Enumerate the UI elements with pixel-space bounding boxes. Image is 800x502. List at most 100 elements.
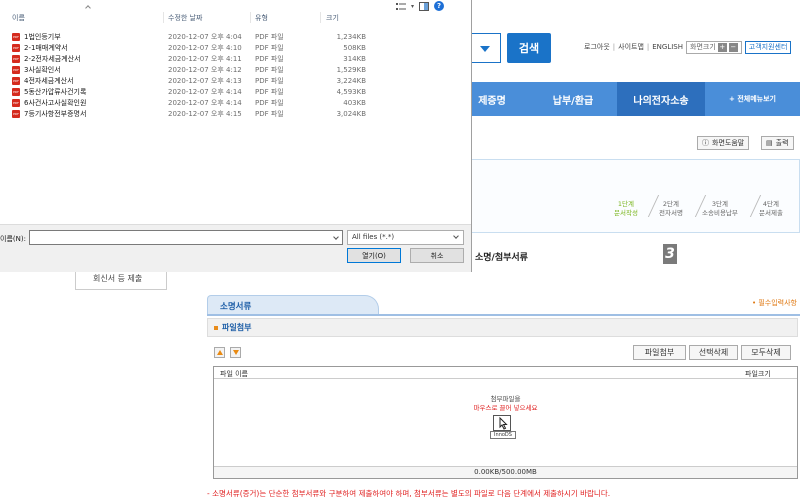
- file-row[interactable]: PDF 2-1매매계약서 2020-12-07 오후 4:10 PDF 파일 508KB: [0, 43, 450, 53]
- chevron-down-icon[interactable]: [333, 234, 339, 240]
- arrow-up-icon: [216, 350, 223, 355]
- nav-item-my-ecase[interactable]: 나의전자소송: [617, 82, 705, 116]
- file-type: PDF 파일: [255, 110, 284, 118]
- filename-input[interactable]: [29, 230, 343, 245]
- filetype-select[interactable]: All files (*.*): [347, 230, 464, 245]
- pdf-icon: PDF: [12, 44, 20, 52]
- evidence-notice: - 소명서류(증거)는 단순한 첨부서류와 구분하여 제출하여야 하며, 첨부서…: [207, 489, 611, 498]
- section-title-text: 소명/첨부서류: [475, 252, 528, 263]
- file-size: 1,529KB: [336, 66, 366, 74]
- divider: |: [612, 43, 616, 51]
- main-nav: 제증명 납부/환급 나의전자소송 + 전체메뉴보기: [455, 82, 800, 116]
- file-date: 2020-12-07 오후 4:04: [168, 33, 242, 41]
- file-size: 4,593KB: [336, 88, 366, 96]
- step-number-badge: 3: [663, 244, 677, 264]
- chevron-down-icon[interactable]: ▾: [411, 3, 414, 10]
- col-type[interactable]: 유형: [255, 13, 268, 23]
- file-type: PDF 파일: [255, 77, 284, 85]
- file-row[interactable]: PDF 4전자세금계산서 2020-12-07 오후 4:13 PDF 파일 3,224…: [0, 76, 450, 86]
- col-modified-date[interactable]: 수정한 날짜: [168, 13, 202, 23]
- delete-selected-button[interactable]: 선택삭제: [689, 345, 738, 360]
- file-type: PDF 파일: [255, 55, 284, 63]
- file-type: PDF 파일: [255, 88, 284, 96]
- table-header: 파일 이름 파일크기: [214, 367, 797, 379]
- drag-label: InnoDS: [490, 431, 516, 439]
- file-name: 3사실확인서: [24, 66, 61, 74]
- step-num: 2단계: [662, 200, 680, 208]
- cancel-button[interactable]: 취소: [410, 248, 464, 263]
- help-center-link[interactable]: 고객지원센터: [744, 40, 792, 54]
- step-label: 전자서명: [659, 209, 683, 217]
- sort-ascending-icon: [85, 5, 91, 11]
- drop-hint-line-2: 마우스로 끌어 넣으세요: [473, 404, 538, 412]
- file-row[interactable]: PDF 3사실확인서 2020-12-07 오후 4:12 PDF 파일 1,529KB: [0, 65, 450, 75]
- filetype-value: All files (*.*): [352, 233, 395, 241]
- file-date: 2020-12-07 오후 4:14: [168, 88, 242, 96]
- file-type: PDF 파일: [255, 99, 284, 107]
- logout-link[interactable]: 로그아웃: [584, 42, 610, 52]
- file-row[interactable]: PDF 1법인등기부 2020-12-07 오후 4:04 PDF 파일 1,234KB: [0, 32, 450, 42]
- preview-pane-icon[interactable]: [419, 1, 430, 11]
- divider: [207, 314, 800, 316]
- nav-item-payment[interactable]: 납부/환급: [529, 82, 617, 116]
- file-name: 2-1매매계약서: [24, 44, 68, 52]
- file-size: 314KB: [343, 55, 366, 63]
- file-type: PDF 파일: [255, 33, 284, 41]
- file-row[interactable]: PDF 7등기사항전부증명서 2020-12-07 오후 4:15 PDF 파일 3,0…: [0, 109, 450, 119]
- sitemap-link[interactable]: 사이트맵: [618, 42, 644, 52]
- file-row[interactable]: PDF 5동산가압류사건기록 2020-12-07 오후 4:14 PDF 파일 4,5…: [0, 87, 450, 97]
- font-size-label: 화면크기: [690, 43, 716, 51]
- delete-all-button[interactable]: 모두삭제: [741, 345, 791, 360]
- zoom-out-icon[interactable]: −: [728, 42, 738, 52]
- bullet-icon: [214, 325, 218, 330]
- move-up-button[interactable]: [214, 347, 225, 358]
- help-icon[interactable]: ?: [434, 1, 445, 11]
- open-button[interactable]: 열기(O): [347, 248, 401, 263]
- attach-header: 파일첨부: [207, 318, 798, 337]
- col-file-name: 파일 이름: [220, 370, 248, 378]
- file-date: 2020-12-07 오후 4:11: [168, 55, 242, 63]
- printer-icon: ▤: [766, 139, 773, 147]
- divider: [320, 12, 321, 23]
- file-type: PDF 파일: [255, 44, 284, 52]
- tab-evidence-docs[interactable]: 소명서류: [207, 295, 379, 316]
- step-label: 문서작성: [614, 209, 638, 217]
- english-link[interactable]: ENGLISH: [652, 43, 683, 51]
- file-size: 1,234KB: [336, 33, 366, 41]
- col-name[interactable]: 이름: [12, 13, 25, 23]
- screen-help-label: 화면도움말: [712, 139, 745, 147]
- search-button[interactable]: 검색: [507, 33, 551, 63]
- file-name: 7등기사항전부증명서: [24, 110, 87, 118]
- step-num: 3단계: [711, 200, 728, 208]
- divider: [647, 195, 660, 217]
- all-menu-button[interactable]: + 전체메뉴보기: [705, 82, 800, 116]
- chevron-down-icon: [453, 233, 459, 239]
- file-date: 2020-12-07 오후 4:13: [168, 77, 242, 85]
- arrow-down-icon: [232, 350, 239, 355]
- capacity-bar: 0.00KB/500.00MB: [214, 466, 797, 478]
- file-row[interactable]: PDF 2-2전자세금계산서 2020-12-07 오후 4:11 PDF 파일 314…: [0, 54, 450, 64]
- required-note: • 필수입력사항: [752, 299, 797, 307]
- file-row[interactable]: PDF 6사건사고사실확인원 2020-12-07 오후 4:14 PDF 파일 403…: [0, 98, 450, 108]
- info-icon: ⓘ: [702, 139, 709, 147]
- step-1: 1단계 문서작성: [614, 200, 638, 218]
- col-size[interactable]: 크기: [326, 13, 339, 23]
- pdf-icon: PDF: [12, 55, 20, 63]
- print-button[interactable]: ▤ 출력: [761, 136, 794, 150]
- view-options-icon[interactable]: [396, 2, 406, 11]
- progress-steps: 1단계 문서작성 2단계 전자서명 3단계 소송비용납부 4단계 문서제출: [455, 159, 800, 233]
- file-name: 4전자세금계산서: [24, 77, 74, 85]
- attachment-drop-zone[interactable]: 파일 이름 파일크기 첨부파일을 마우스로 끌어 넣으세요 InnoDS 0.0…: [213, 366, 798, 479]
- step-2: 2단계 전자서명: [659, 200, 683, 218]
- attach-file-button[interactable]: 파일첨부: [633, 345, 686, 360]
- step-label: 문서제출: [759, 209, 783, 217]
- col-file-size: 파일크기: [745, 370, 771, 378]
- drag-file-icon: [493, 415, 511, 431]
- step-label: 소송비용납부: [702, 209, 738, 217]
- file-date: 2020-12-07 오후 4:10: [168, 44, 242, 52]
- screen-help-button[interactable]: ⓘ 화면도움말: [697, 136, 750, 150]
- move-down-button[interactable]: [230, 347, 241, 358]
- zoom-in-icon[interactable]: +: [717, 42, 727, 52]
- pdf-icon: PDF: [12, 88, 20, 96]
- pdf-icon: PDF: [12, 99, 20, 107]
